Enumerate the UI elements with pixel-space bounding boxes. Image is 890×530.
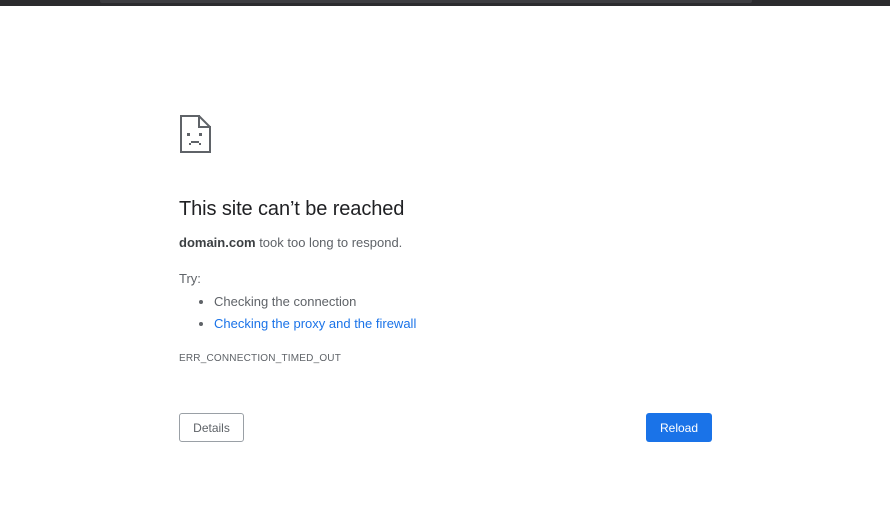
suggestion-check-proxy-firewall[interactable]: Checking the proxy and the firewall <box>214 313 713 335</box>
page-title: This site can’t be reached <box>179 198 405 220</box>
error-code: ERR_CONNECTION_TIMED_OUT <box>179 353 342 364</box>
error-content: This site can’t be reached domain.com to… <box>179 114 713 366</box>
suggestion-text: Checking the connection <box>214 294 357 309</box>
domain-name: domain.com <box>179 235 256 250</box>
reload-button[interactable]: Reload <box>646 413 712 442</box>
browser-tab-strip <box>100 0 752 3</box>
suggestion-link[interactable]: Checking the proxy and the firewall <box>214 316 416 331</box>
browser-top-bar <box>0 0 890 6</box>
try-label: Try: <box>179 271 201 286</box>
error-summary-text: took too long to respond. <box>255 235 403 250</box>
sad-page-icon <box>179 114 213 154</box>
suggestion-check-connection: Checking the connection <box>214 291 713 313</box>
suggestions-list: Checking the connection Checking the pro… <box>179 291 713 335</box>
error-summary: domain.com took too long to respond. <box>179 233 713 253</box>
details-button[interactable]: Details <box>179 413 244 442</box>
